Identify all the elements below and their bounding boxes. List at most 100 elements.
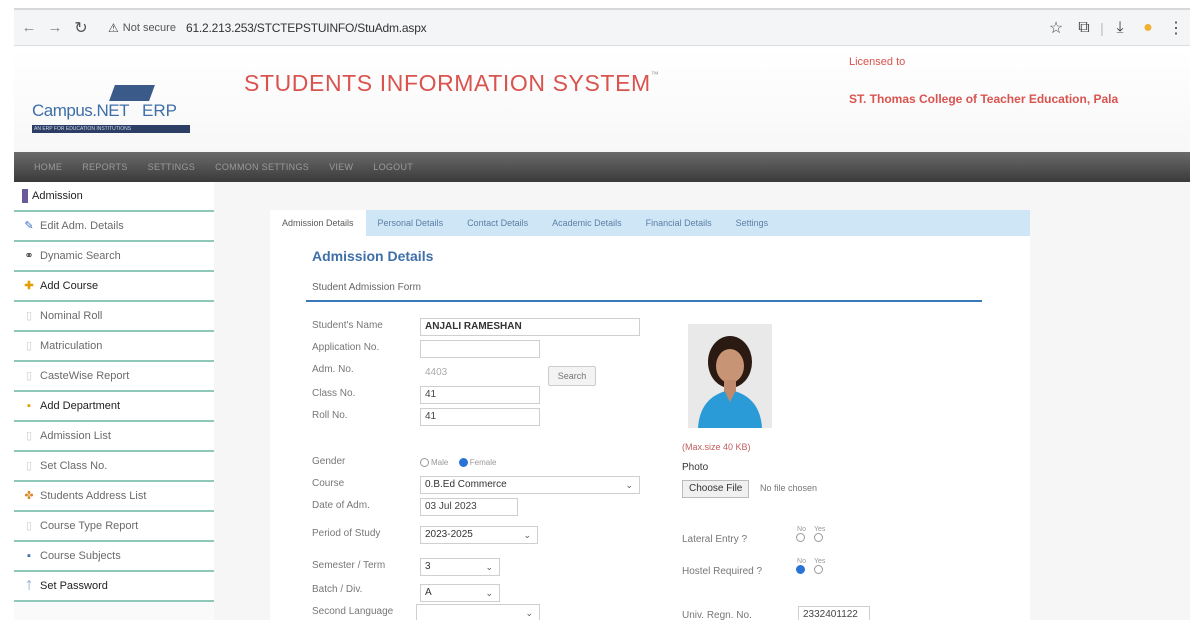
doc-icon: ▯ (25, 460, 33, 472)
divider: | (1100, 20, 1104, 36)
gender-female-radio[interactable] (458, 458, 468, 468)
tab-academic-details[interactable]: Academic Details (540, 210, 634, 236)
sidebar-item-students-address-list[interactable]: ✤ Students Address List (14, 482, 214, 512)
menu-item-view[interactable]: View (329, 162, 353, 172)
lateral-yes-radio[interactable] (814, 533, 824, 542)
sidebar-item-admission[interactable]: Admission (14, 182, 214, 212)
student-name-label: Student's Name (312, 320, 383, 331)
period-select[interactable]: 2023-2025 ⌄ (420, 526, 538, 544)
menu-item-common-settings[interactable]: Common Settings (215, 162, 309, 172)
menu-item-settings[interactable]: Settings (148, 162, 195, 172)
sidebar-item-dynamic-search[interactable]: ⚭ Dynamic Search (14, 242, 214, 272)
course-label: Course (312, 478, 345, 489)
sidebar-item-add-department[interactable]: ▪ Add Department (14, 392, 214, 422)
sidebar-item-set-class-no[interactable]: ▯ Set Class No. (14, 452, 214, 482)
semester-select[interactable]: 3 ⌄ (420, 558, 500, 576)
licensee-name: ST. Thomas College of Teacher Education,… (849, 92, 1119, 106)
course-select[interactable]: 0.B.Ed Commerce ⌄ (420, 476, 640, 494)
choose-file-button[interactable]: Choose File (682, 480, 750, 498)
plus-icon: ✚ (24, 280, 34, 292)
menu-item-reports[interactable]: Reports (82, 162, 127, 172)
application-no-input[interactable] (420, 340, 540, 358)
adm-no-label: Adm. No. (312, 364, 354, 375)
batch-label: Batch / Div. (312, 584, 363, 595)
roll-no-input[interactable]: 41 (420, 408, 540, 426)
menu-icon[interactable]: ⋮ (1162, 18, 1190, 38)
adm-no-input[interactable]: 4403 (420, 364, 538, 382)
star-icon[interactable]: ☆ (1042, 18, 1070, 38)
gender-male-radio[interactable] (420, 458, 429, 468)
chevron-down-icon: ⌄ (625, 480, 633, 490)
tab-financial-details[interactable]: Financial Details (634, 210, 724, 236)
gender-male-label: Male (431, 458, 449, 468)
class-no-input[interactable]: 41 (420, 386, 540, 404)
form-title: Student Admission Form (312, 282, 421, 293)
lateral-no-option: No (796, 526, 807, 542)
chevron-down-icon: ⌄ (523, 530, 531, 540)
menu-item-logout[interactable]: Logout (373, 162, 413, 172)
date-of-adm-input[interactable]: 03 Jul 2023 (420, 498, 518, 516)
application-no-label: Application No. (312, 342, 380, 353)
photo-max-size-note: (Max.size 40 KB) (682, 442, 751, 452)
profile-icon[interactable]: ● (1134, 19, 1162, 37)
hostel-no-radio[interactable] (796, 565, 805, 574)
sidebar-item-castewise-report[interactable]: ▯ CasteWise Report (14, 362, 214, 392)
screen-frame: ← → ↻ ⚠ Not secure 61.2.213.253/STCTEPST… (14, 8, 1190, 620)
lateral-no-radio[interactable] (796, 533, 805, 542)
doc-icon: ▯ (25, 340, 33, 352)
gender-radio-group: Male Female (420, 454, 502, 472)
download-icon[interactable]: ⤓ (1106, 19, 1134, 37)
sidebar-item-nominal-roll[interactable]: ▯ Nominal Roll (14, 302, 214, 332)
extensions-icon[interactable]: ⧉ (1070, 19, 1098, 37)
search-button[interactable]: Search (548, 366, 596, 386)
photo-label: Photo (682, 462, 709, 473)
licensed-label: Licensed to (849, 56, 906, 68)
pencil-icon: ✎ (24, 220, 34, 232)
logo-text-erp: ERP (142, 101, 177, 120)
forward-icon[interactable]: → (44, 19, 66, 36)
sidebar-item-edit-adm[interactable]: ✎ Edit Adm. Details (14, 212, 214, 242)
second-language-select[interactable]: ⌄ (416, 604, 540, 620)
lateral-yes-option: Yes (814, 526, 825, 542)
graduation-cap-icon (109, 85, 155, 101)
back-icon[interactable]: ← (18, 19, 40, 36)
binoculars-icon: ⚭ (24, 250, 34, 262)
hostel-yes-radio[interactable] (814, 565, 824, 574)
security-label[interactable]: Not secure (123, 22, 176, 34)
univ-regn-input[interactable]: 2332401122 (798, 606, 870, 620)
address-bar[interactable]: 61.2.213.253/STCTEPSTUINFO/StuAdm.aspx (186, 21, 427, 35)
gender-label: Gender (312, 456, 346, 467)
menu-item-home[interactable]: Home (34, 162, 62, 172)
lateral-entry-label: Lateral Entry ? (682, 534, 748, 545)
sidebar-item-matriculation[interactable]: ▯ Matriculation (14, 332, 214, 362)
tab-settings[interactable]: Settings (724, 210, 781, 236)
univ-regn-label: Univ. Regn. No. (682, 610, 752, 620)
student-name-input[interactable]: ANJALI RAMESHAN (420, 318, 640, 336)
reload-icon[interactable]: ↻ (70, 18, 92, 38)
sidebar-item-admission-list[interactable]: ▯ Admission List (14, 422, 214, 452)
student-photo-image (688, 324, 772, 428)
tab-admission-details[interactable]: Admission Details (270, 210, 366, 236)
sidebar-item-course-subjects[interactable]: ▪ Course Subjects (14, 542, 214, 572)
batch-select[interactable]: A ⌄ (420, 584, 500, 602)
tab-contact-details[interactable]: Contact Details (455, 210, 540, 236)
no-file-chosen-text: No file chosen (760, 483, 818, 493)
hostel-yes-option: Yes (814, 558, 825, 574)
doc-icon: ▯ (25, 430, 33, 442)
plus-icon: ▪ (27, 400, 31, 412)
admission-form: Admission Details Student Admission Form… (270, 236, 1030, 620)
semester-label: Semester / Term (312, 560, 386, 571)
doc-icon: ▯ (25, 370, 33, 382)
sidebar-item-add-course[interactable]: ✚ Add Course (14, 272, 214, 302)
page-title: STUDENTS INFORMATION SYSTEM™ (244, 70, 660, 96)
hostel-no-option: No (796, 558, 807, 574)
chevron-down-icon: ⌄ (525, 608, 533, 618)
warning-icon[interactable]: ⚠ (108, 21, 119, 35)
tab-personal-details[interactable]: Personal Details (366, 210, 456, 236)
sidebar-item-course-type-report[interactable]: ▯ Course Type Report (14, 512, 214, 542)
admission-icon (22, 189, 28, 203)
logo-tagline: AN ERP FOR EDUCATION INSTITUTIONS (32, 125, 190, 133)
tree-icon: ✤ (24, 490, 34, 502)
doc-icon: ▯ (25, 310, 33, 322)
sidebar-item-set-password[interactable]: ᛏ Set Password (14, 572, 214, 602)
